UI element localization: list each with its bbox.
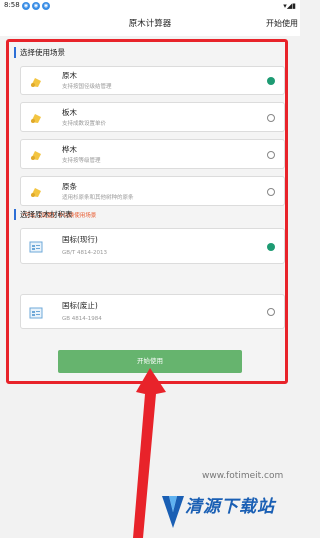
arrow-up-icon (133, 368, 166, 538)
watermark-text: 清源下载站 (185, 497, 275, 517)
watermark-url: www.fotimeit.com (202, 471, 284, 481)
watermark-logo-icon (162, 496, 184, 528)
